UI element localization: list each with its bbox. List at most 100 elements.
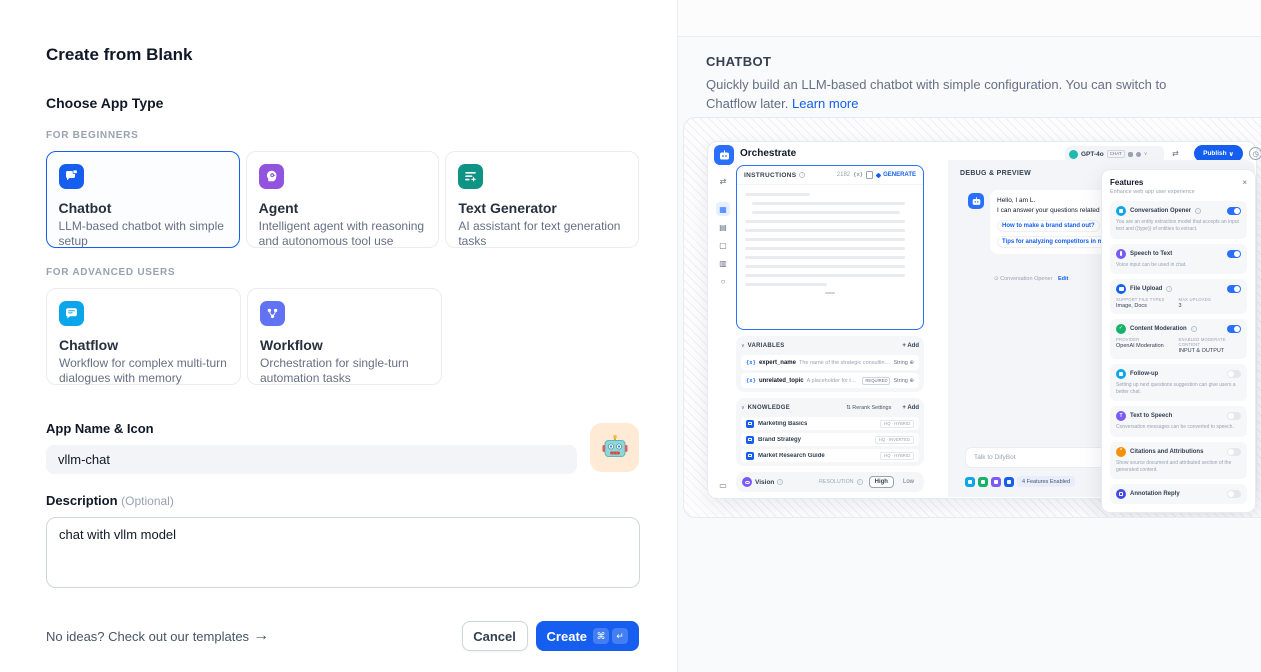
knowledge-row[interactable]: Brand Strategy HQ · INVERTED <box>741 433 919 446</box>
learn-more-link[interactable]: Learn more <box>792 96 858 111</box>
shield-check-icon: ✓ <box>1116 324 1126 334</box>
right-topbar <box>678 0 1261 37</box>
citation-icon: “ <box>1116 447 1126 457</box>
app-type-card-agent[interactable]: Agent Intelligent agent with reasoning a… <box>246 151 440 248</box>
add-variable-button[interactable]: + Add <box>902 343 919 349</box>
info-icon: i <box>857 479 863 485</box>
opener-icon: ⊙ <box>994 276 999 282</box>
model-mode-badge: CHAT <box>1107 150 1125 158</box>
conversation-opener-note: ⊙ Conversation Opener Edit <box>994 276 1068 282</box>
description-textarea[interactable]: chat with vllm model <box>46 517 640 588</box>
variable-row[interactable]: {x} unrelated_topic A placeholder for to… <box>741 373 919 388</box>
opener-feature-icon <box>965 477 975 487</box>
app-type-card-workflow[interactable]: Workflow Orchestration for single-turn a… <box>247 288 442 385</box>
resolution-high-button[interactable]: High <box>869 476 894 488</box>
moderation-feature-icon <box>978 477 988 487</box>
app-type-desc: Workflow for complex multi-turn dialogue… <box>59 356 228 386</box>
resize-handle[interactable] <box>825 292 835 294</box>
variable-icon[interactable]: {x} <box>853 172 863 178</box>
swap-icon[interactable]: ⇄ <box>716 174 730 188</box>
cancel-button[interactable]: Cancel <box>462 621 528 651</box>
add-knowledge-button[interactable]: + Add <box>902 405 919 411</box>
feature-content-moderation: ✓ Content Moderation i PROVIDER OpenAI M… <box>1110 319 1247 359</box>
choose-app-type-label: Choose App Type <box>46 95 639 111</box>
preview-heading: CHATBOT <box>706 54 1261 69</box>
suggested-question[interactable]: How to make a brand stand out? <box>997 220 1100 232</box>
description-label: Description (Optional) <box>46 493 639 508</box>
beginners-group-label: FOR BEGINNERS <box>46 130 639 141</box>
copy-icon[interactable] <box>866 171 873 179</box>
toggle-off[interactable] <box>1227 370 1241 378</box>
caret-down-icon[interactable]: ∨ <box>741 405 745 411</box>
upload-feature-icon <box>1004 477 1014 487</box>
app-type-card-chatflow[interactable]: Chatflow Workflow for complex multi-turn… <box>46 288 241 385</box>
globe-tab-icon[interactable]: ○ <box>716 274 730 288</box>
speech-feature-icon <box>991 477 1001 487</box>
model-param-icon <box>1128 152 1133 157</box>
resolution-low-button[interactable]: Low <box>899 477 918 487</box>
rerank-settings-button[interactable]: ⇅ Rerank Settings <box>846 405 891 411</box>
app-type-card-chatbot[interactable]: Chatbot LLM-based chatbot with simple se… <box>46 151 240 248</box>
feature-citations: “ Citations and Attributions Show source… <box>1110 442 1247 480</box>
knowledge-row[interactable]: Marketing Basics HQ · HYBRID <box>741 417 919 430</box>
prompt-tab-icon[interactable]: ▦ <box>716 202 730 216</box>
feature-speech-to-text: Speech to Text Voice input can be used i… <box>1110 244 1247 274</box>
edit-opener-link[interactable]: Edit <box>1058 276 1068 282</box>
chat-bubble-icon <box>1116 206 1126 216</box>
variable-row[interactable]: {x} expert_name The name of the strategi… <box>741 355 919 370</box>
app-type-desc: LLM-based chatbot with simple setup <box>59 219 228 249</box>
required-badge: REQUIRED <box>862 377 890 385</box>
info-icon: i <box>1166 286 1172 292</box>
index-mode-badge: HQ · INVERTED <box>875 436 914 444</box>
templates-link[interactable]: No ideas? Check out our templates <box>46 629 249 644</box>
caret-down-icon[interactable]: ∨ <box>741 343 745 349</box>
agent-icon <box>259 164 284 189</box>
collapse-icon[interactable]: ▭ <box>716 478 730 492</box>
app-type-name: Workflow <box>260 337 429 353</box>
document-tab-icon[interactable]: ▢ <box>716 238 730 252</box>
toggle-off[interactable] <box>1227 448 1241 456</box>
modal-footer: No ideas? Check out our templates → Canc… <box>46 621 639 651</box>
generate-button[interactable]: GENERATE <box>876 172 916 178</box>
page-title: Create from Blank <box>46 45 639 65</box>
app-type-desc: AI assistant for text generation tasks <box>458 219 626 249</box>
variable-icon: {x} <box>746 360 756 366</box>
app-icon-picker[interactable] <box>590 423 639 472</box>
create-button-label: Create <box>547 629 587 644</box>
config-column: INSTRUCTIONS i 2182 {x} GENERATE <box>736 165 924 492</box>
feature-follow-up: Follow-up Setting up next questions sugg… <box>1110 364 1247 402</box>
pages-tab-icon[interactable]: ▥ <box>716 256 730 270</box>
create-button[interactable]: Create ⌘ ↵ <box>536 621 639 651</box>
toggle-on[interactable] <box>1227 250 1241 258</box>
app-name-input[interactable] <box>46 445 577 474</box>
app-type-card-text-generator[interactable]: Text Generator AI assistant for text gen… <box>445 151 639 248</box>
history-icon[interactable]: ◷ <box>1249 147 1261 160</box>
app-type-name: Agent <box>259 200 427 216</box>
toggle-on[interactable] <box>1227 325 1241 333</box>
cmd-key-icon: ⌘ <box>593 628 609 644</box>
toggle-off[interactable] <box>1227 490 1241 498</box>
text-generator-icon <box>458 164 483 189</box>
follow-up-icon <box>1116 369 1126 379</box>
knowledge-row[interactable]: Market Research Guide HQ · HYBRID <box>741 449 919 462</box>
knowledge-panel: ∨ KNOWLEDGE ⇅ Rerank Settings + Add Mark… <box>736 398 924 466</box>
image-tab-icon[interactable]: ▤ <box>716 220 730 234</box>
app-type-name: Chatflow <box>59 337 228 353</box>
features-panel: Features × Enhance web app user experien… <box>1101 169 1256 513</box>
toggle-on[interactable] <box>1227 207 1241 215</box>
optional-label: (Optional) <box>121 494 174 508</box>
chevron-down-icon: ∨ <box>1144 151 1148 157</box>
variable-icon: {x} <box>746 378 756 384</box>
close-icon[interactable]: × <box>1242 179 1247 187</box>
bot-avatar-icon <box>968 193 984 209</box>
instructions-panel: INSTRUCTIONS i 2182 {x} GENERATE <box>736 165 924 330</box>
toggle-on[interactable] <box>1227 285 1241 293</box>
create-shortcut: ⌘ ↵ <box>593 628 628 644</box>
feature-file-upload: File Upload i SUPPORT FILE TYPES Image, … <box>1110 279 1247 314</box>
model-param-icon <box>1136 152 1141 157</box>
instructions-title: INSTRUCTIONS <box>744 172 796 179</box>
enter-key-icon: ↵ <box>612 628 628 644</box>
model-settings-icon[interactable]: ⇄ <box>1172 149 1179 158</box>
toggle-off[interactable] <box>1227 412 1241 420</box>
app-type-desc: Intelligent agent with reasoning and aut… <box>259 219 427 249</box>
